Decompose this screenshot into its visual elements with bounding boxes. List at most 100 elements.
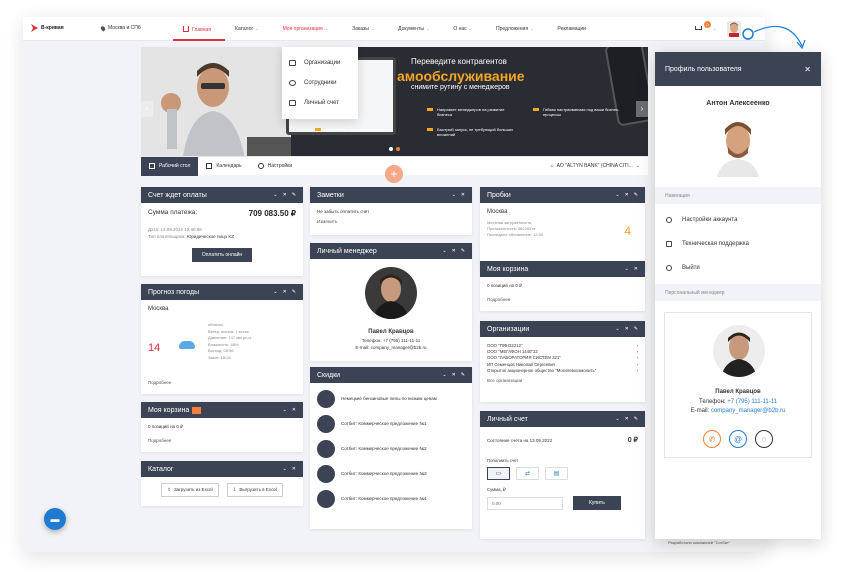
chevron-down-icon: ⌄ xyxy=(468,26,472,31)
call-button[interactable]: ✆ xyxy=(703,430,721,448)
close-icon[interactable]: ✕ xyxy=(634,266,638,272)
discount-item[interactable]: Сотбит: Коммерческое предложение №1 xyxy=(317,411,465,436)
chevron-down-icon[interactable]: ⌄ xyxy=(625,266,629,272)
chevron-down-icon: ⌄ xyxy=(370,26,375,31)
city-label: Москва и СПб xyxy=(108,25,141,31)
discount-item[interactable]: Сотбит: Коммерческое предложение №4 xyxy=(317,486,465,511)
banner-dot-active[interactable] xyxy=(396,147,400,151)
cart-more-link[interactable]: Подробнее xyxy=(148,438,296,443)
discount-item[interactable]: Сотбит: Коммерческое предложение №3 xyxy=(317,461,465,486)
cart-more-link[interactable]: Подробнее xyxy=(487,297,638,302)
pencil-icon[interactable]: ✎ xyxy=(634,326,638,332)
pencil-icon[interactable]: ✎ xyxy=(634,192,638,198)
banner-next-arrow[interactable]: › xyxy=(636,101,648,117)
chat-button[interactable]: ◌ xyxy=(755,430,773,448)
menu-item-documents[interactable]: Документы ⌄ xyxy=(398,26,429,32)
logout-link[interactable]: Выйти xyxy=(655,256,821,280)
widget-title: Организации xyxy=(487,325,530,333)
close-icon[interactable]: ✕ xyxy=(461,192,465,198)
city-selector[interactable]: Москва и СПб xyxy=(99,24,141,32)
close-icon[interactable]: ✕ xyxy=(452,248,456,254)
pencil-icon[interactable]: ✎ xyxy=(461,248,465,254)
chevron-down-icon[interactable]: ⌄ xyxy=(283,407,287,413)
building-icon: ⌂ xyxy=(550,163,554,169)
dropdown-item-personal-account[interactable]: Личный счет xyxy=(289,93,351,113)
traffic-details: Местная загруженность Протяженность: 4822… xyxy=(487,220,544,237)
discount-item[interactable]: Немецкие бензиновые пилы по низким ценам xyxy=(317,386,465,411)
all-organizations-link[interactable]: Все организации xyxy=(487,378,638,384)
sum-input[interactable] xyxy=(487,496,563,510)
logo[interactable]: B-кривая xyxy=(31,24,64,32)
menu-item-catalog[interactable]: Каталог ⌄ xyxy=(235,26,259,32)
chevron-down-icon: ⌄ xyxy=(425,26,430,31)
buy-button[interactable]: Купить xyxy=(573,496,621,510)
chevron-down-icon[interactable]: ⌄ xyxy=(615,416,619,422)
chevron-down-icon[interactable]: ⌄ xyxy=(442,248,446,254)
discounts-widget: Скидки ⌄ ✕ ✎ Немецкие бензиновые пилы по ни… xyxy=(310,367,472,529)
user-avatar[interactable] xyxy=(727,21,741,37)
chevron-down-icon[interactable]: ⌄ xyxy=(615,326,619,332)
discount-icon xyxy=(317,389,335,408)
close-icon[interactable]: ✕ xyxy=(283,289,287,295)
chevron-down-icon[interactable]: ⌄ xyxy=(273,192,277,198)
menu-item-my-organization[interactable]: Моя организация ⌄ xyxy=(283,26,329,32)
menu-item-home[interactable]: Главная xyxy=(183,25,211,33)
chevron-down-icon[interactable]: ⌄ xyxy=(452,192,456,198)
close-icon[interactable]: ✕ xyxy=(804,65,811,74)
pencil-icon[interactable]: ✎ xyxy=(292,289,296,295)
organization-selector[interactable]: ⌂ АО "ALTYN BANK" (CHINA CITI... ⌄ xyxy=(551,163,640,169)
email-button[interactable]: @ xyxy=(729,430,747,448)
close-icon[interactable]: ✕ xyxy=(625,416,629,422)
bank-transfer-option[interactable]: ⇄ xyxy=(516,467,539,480)
add-widget-button[interactable]: + xyxy=(385,165,403,183)
menu-item-about[interactable]: О нас ⌄ xyxy=(453,26,472,32)
panel-title: Профиль пользователя xyxy=(665,65,742,73)
organization-selector-value: АО "ALTYN BANK" (CHINA CITI... xyxy=(556,163,633,169)
weather-widget: Прогноз погоды ⌄ ✕ ✎ Москва 14 облачно Ветер… xyxy=(141,284,303,394)
cart-icon[interactable] xyxy=(694,24,703,32)
close-icon[interactable]: ✕ xyxy=(292,466,296,472)
pay-online-button[interactable]: Оплатить онлайн xyxy=(191,248,253,262)
widget-title: Каталог xyxy=(148,465,174,473)
card-payment-option[interactable]: ▭ xyxy=(487,467,510,480)
close-icon[interactable]: ✕ xyxy=(283,192,287,198)
pencil-icon[interactable]: ✎ xyxy=(461,372,465,378)
chevron-down-icon[interactable]: ⌄ xyxy=(273,289,277,295)
invoice-option[interactable]: ▤ xyxy=(545,467,568,480)
export-excel-button[interactable]: ⇩ Выгрузить в Excel xyxy=(226,483,283,497)
menu-item-offers[interactable]: Предложения ⌄ xyxy=(496,26,533,32)
chevron-down-icon[interactable]: ⌄ xyxy=(615,192,619,198)
banner-dot[interactable] xyxy=(389,147,393,151)
tab-settings[interactable]: Настройки xyxy=(250,157,301,176)
chevron-down-icon[interactable]: ⌄ xyxy=(283,466,287,472)
gear-icon xyxy=(666,217,672,223)
close-icon[interactable]: ✕ xyxy=(452,372,456,378)
chevron-down-icon[interactable]: ⌄ xyxy=(442,372,446,378)
dropdown-item-organizations[interactable]: Организации xyxy=(289,53,351,73)
footer-credit: Разработано компанией "Сотбит" xyxy=(668,540,731,545)
tab-calendar[interactable]: Календарь xyxy=(198,157,249,176)
discount-item[interactable]: Сотбит: Коммерческое предложение №2 xyxy=(317,436,465,461)
menu-item-claims[interactable]: Рекламации xyxy=(557,26,586,32)
tab-desktop[interactable]: Рабочий стол xyxy=(141,156,199,176)
discount-icon xyxy=(317,464,335,483)
close-icon[interactable]: ✕ xyxy=(292,407,296,413)
edit-note-link[interactable]: Изменить xyxy=(317,219,465,224)
banner-prev-arrow[interactable]: ‹ xyxy=(141,101,153,117)
pencil-icon[interactable]: ✎ xyxy=(634,416,638,422)
top-navigation-bar: B-кривая Москва и СПб Главная Каталог ⌄ М… xyxy=(23,17,765,41)
organization-item[interactable]: Открытое акционерное общество "Могилевхо… xyxy=(487,368,638,374)
manager-photo xyxy=(365,267,417,319)
close-icon[interactable]: ✕ xyxy=(625,326,629,332)
import-excel-button[interactable]: ⇪ Загрузить из Excel xyxy=(161,483,219,497)
account-settings-link[interactable]: Настройки аккаунта xyxy=(655,208,821,232)
pencil-icon[interactable]: ✎ xyxy=(292,192,296,198)
tech-support-link[interactable]: Техническая поддержка xyxy=(655,232,821,256)
power-icon xyxy=(666,265,672,271)
support-chat-button[interactable]: ▬ xyxy=(44,508,66,530)
close-icon[interactable]: ✕ xyxy=(625,192,629,198)
chevron-down-icon[interactable]: ⌄ xyxy=(713,26,716,31)
weather-more-link[interactable]: Подробнее xyxy=(148,380,171,385)
dropdown-item-employees[interactable]: Сотрудники xyxy=(289,73,351,93)
menu-item-orders[interactable]: Заказы ⌄ xyxy=(352,26,374,32)
